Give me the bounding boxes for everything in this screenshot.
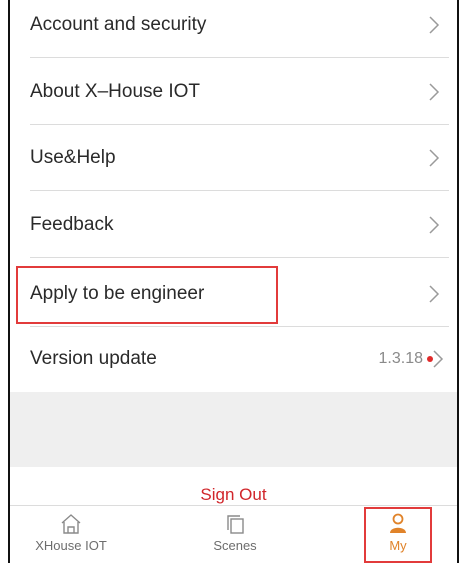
menu-item-feedback[interactable]: Feedback <box>10 192 457 258</box>
highlight-box <box>16 266 278 324</box>
divider <box>30 57 449 58</box>
menu-item-label: Account and security <box>30 14 207 35</box>
home-icon <box>61 514 81 534</box>
chevron-right-icon <box>433 350 444 368</box>
menu-item-label: About X–House IOT <box>30 81 201 102</box>
menu-item-about[interactable]: About X–House IOT <box>10 59 457 125</box>
menu-item-label: Feedback <box>30 214 114 235</box>
menu-item-version-update[interactable]: Version update 1.3.18 <box>10 326 457 392</box>
tab-xhouse-iot[interactable]: XHouse IOT <box>16 506 126 564</box>
chevron-right-icon <box>429 285 440 303</box>
chevron-right-icon <box>429 216 440 234</box>
chevron-right-icon <box>429 16 440 34</box>
chevron-right-icon <box>429 83 440 101</box>
divider <box>30 257 449 258</box>
settings-screen: Account and security About X–House IOT U… <box>8 0 459 564</box>
chevron-right-icon <box>429 149 440 167</box>
menu-item-label: Version update <box>30 348 157 369</box>
menu-item-account-security[interactable]: Account and security <box>10 0 457 58</box>
tab-label: XHouse IOT <box>35 538 107 553</box>
highlight-box <box>364 507 432 563</box>
divider <box>30 190 449 191</box>
tab-label: Scenes <box>213 538 257 553</box>
menu-item-label: Use&Help <box>30 147 116 168</box>
version-number: 1.3.18 <box>378 350 423 367</box>
section-separator <box>10 392 457 467</box>
menu-item-use-help[interactable]: Use&Help <box>10 125 457 191</box>
tab-scenes[interactable]: Scenes <box>180 506 290 564</box>
scenes-icon <box>227 515 244 534</box>
